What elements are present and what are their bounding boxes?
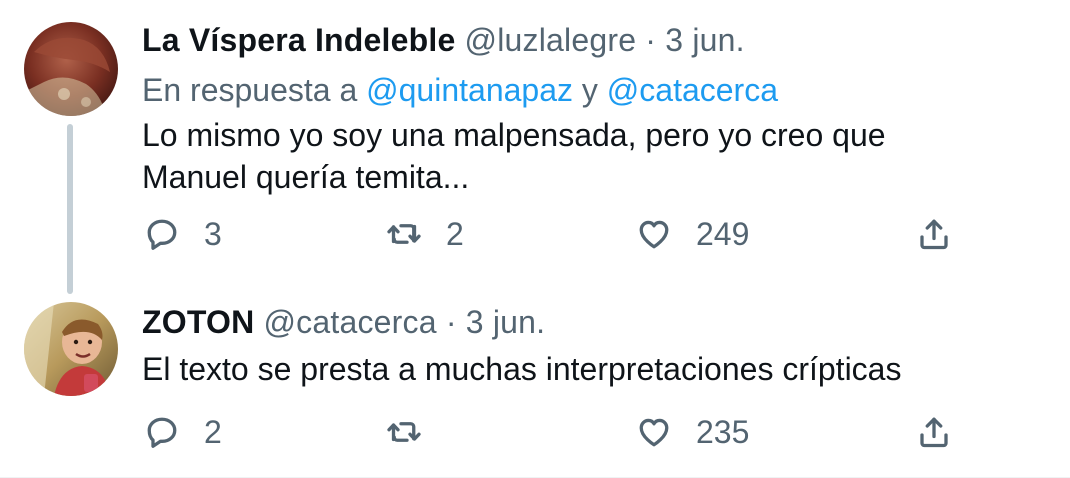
heart-icon (639, 220, 669, 249)
tweet-1[interactable]: La Víspera Indeleble @luzlalegre · 3 jun… (0, 0, 1070, 294)
like-button[interactable]: 249 (636, 210, 749, 258)
reply-button[interactable]: 2 (144, 408, 222, 456)
share-icon (920, 417, 948, 448)
reply-conjunction: y (581, 72, 598, 108)
reply-count: 2 (204, 413, 222, 450)
user-handle[interactable]: @catacerca (264, 304, 437, 340)
tweet-date[interactable]: 3 jun. (466, 304, 545, 340)
reply-context: En respuesta a @quintanapaz y @catacerca (142, 72, 778, 109)
like-count: 249 (696, 215, 750, 252)
retweet-icon (387, 422, 421, 442)
display-name[interactable]: ZOTON (142, 304, 254, 340)
like-button[interactable]: 235 (636, 408, 749, 456)
comment-icon (147, 219, 177, 250)
separator-dot: · (445, 304, 457, 340)
reply-count: 3 (204, 215, 222, 252)
avatar-image (24, 22, 118, 116)
reply-prefix: En respuesta a (142, 72, 358, 108)
retweet-button[interactable]: 2 (386, 210, 464, 258)
retweet-count: 2 (446, 215, 464, 252)
avatar-zoton[interactable] (24, 302, 118, 396)
retweet-button[interactable] (386, 408, 446, 456)
heart-icon (639, 418, 669, 447)
tweet-actions: 3 2 249 (142, 210, 962, 258)
comment-icon (147, 417, 177, 448)
tweet-text-line: El texto se presta a muchas interpretaci… (142, 351, 902, 387)
display-name[interactable]: La Víspera Indeleble (142, 22, 455, 58)
share-icon (920, 219, 948, 250)
avatar-image (24, 302, 118, 396)
thread-connector-line (67, 124, 73, 294)
like-count: 235 (696, 413, 750, 450)
mention-link[interactable]: @quintanapaz (366, 72, 573, 108)
share-button[interactable] (916, 408, 952, 456)
tweet-actions: 2 235 (142, 408, 962, 456)
avatar-la-vispera-indeleble[interactable] (24, 22, 118, 116)
separator-dot: · (645, 22, 657, 58)
tweet-text-line: Manuel quería temita... (142, 159, 470, 195)
retweet-icon (387, 224, 421, 244)
tweet-2[interactable]: ZOTON @catacerca · 3 jun. El texto se pr… (0, 282, 1070, 478)
mention-link[interactable]: @catacerca (607, 72, 778, 108)
tweet-text: El texto se presta a muchas interpretaci… (142, 348, 901, 390)
tweet-header: ZOTON @catacerca · 3 jun. (142, 304, 545, 341)
tweet-header: La Víspera Indeleble @luzlalegre · 3 jun… (142, 22, 745, 59)
user-handle[interactable]: @luzlalegre (465, 22, 637, 58)
tweet-text: Lo mismo yo soy una malpensada, pero yo … (142, 114, 886, 198)
tweet-date[interactable]: 3 jun. (665, 22, 744, 58)
share-button[interactable] (916, 210, 952, 258)
tweet-text-line: Lo mismo yo soy una malpensada, pero yo … (142, 117, 886, 153)
reply-button[interactable]: 3 (144, 210, 222, 258)
